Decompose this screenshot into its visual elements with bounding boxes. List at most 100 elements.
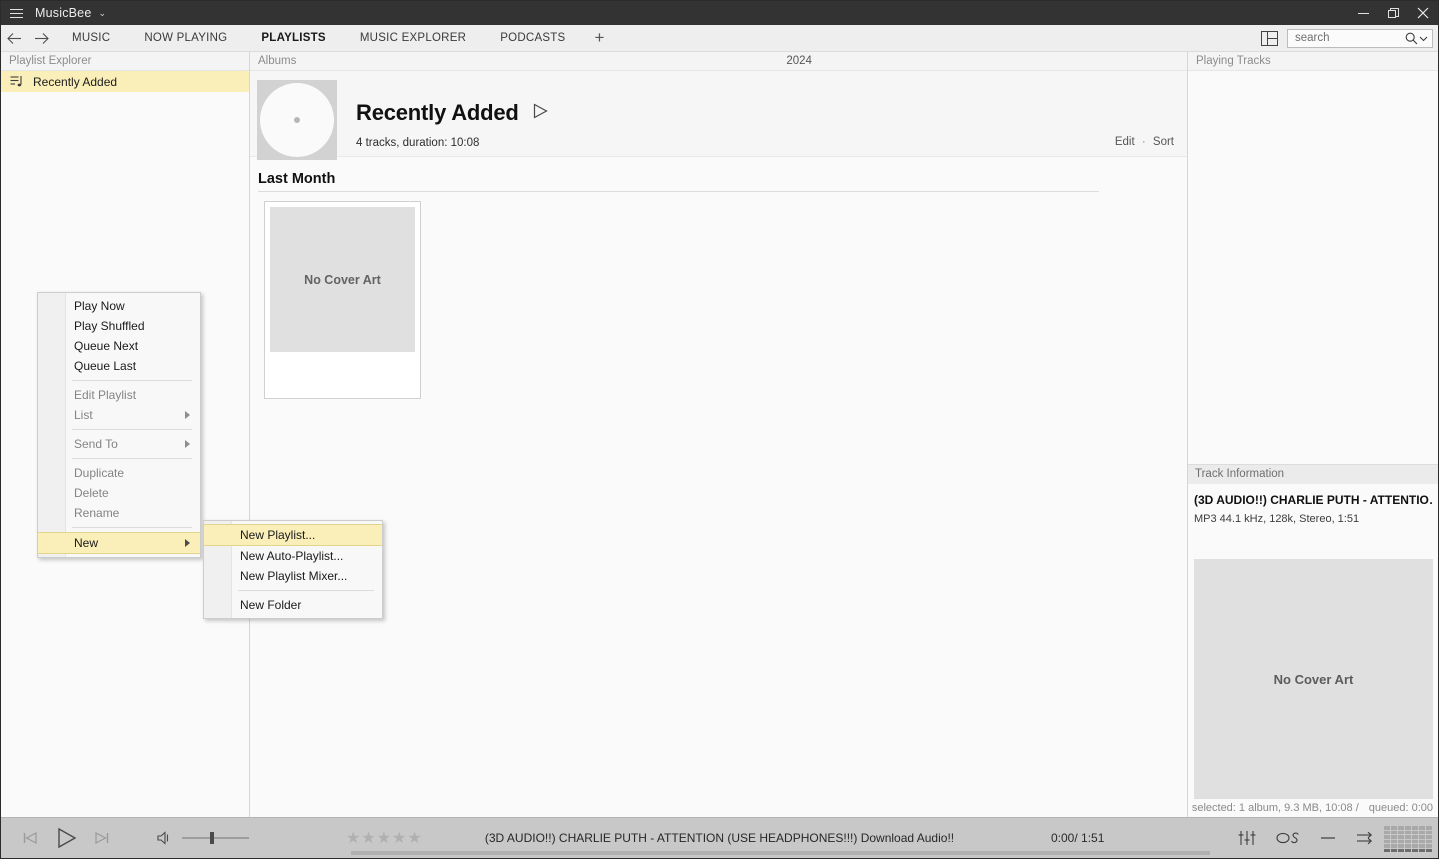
rating-stars[interactable]: ★ ★ ★ ★ ★ <box>346 828 422 848</box>
playlist-icon <box>10 75 25 88</box>
playlist-hero: Recently Added 4 tracks, duration: 10:08… <box>250 71 1187 160</box>
app-title: MusicBee <box>35 6 92 20</box>
sidebar-item-recently-added[interactable]: Recently Added <box>1 71 249 92</box>
star-icon: ★ <box>376 830 392 847</box>
tab-now-playing[interactable]: NOW PLAYING <box>127 25 244 52</box>
tab-podcasts[interactable]: PODCASTS <box>483 25 582 52</box>
playlist-hero-text: Recently Added 4 tracks, duration: 10:08 <box>337 80 549 149</box>
menu-item-list-label: List <box>74 408 93 422</box>
album-cover-placeholder: No Cover Art <box>270 207 415 352</box>
close-icon[interactable] <box>1408 1 1438 25</box>
playlist-subtitle: 4 tracks, duration: 10:08 <box>356 137 480 149</box>
volume-slider[interactable] <box>182 832 249 844</box>
menu-item-new[interactable]: New <box>38 532 200 554</box>
track-information-header: Track Information <box>1188 465 1438 484</box>
menu-item-new-folder[interactable]: New Folder <box>204 595 382 615</box>
track-meta: MP3 44.1 kHz, 128k, Stereo, 1:51 <box>1194 513 1360 525</box>
next-track-icon[interactable] <box>94 830 110 846</box>
musicbee-window: MusicBee ⌄ MUSIC NOW PLAYING PLAYLISTS M… <box>0 0 1439 859</box>
album-group-title: Last Month <box>258 171 336 187</box>
menu-item-queue-next[interactable]: Queue Next <box>38 336 200 356</box>
menu-item-edit-playlist[interactable]: Edit Playlist <box>38 385 200 405</box>
tab-music[interactable]: MUSIC <box>55 25 127 52</box>
playlist-explorer-header: Playlist Explorer <box>1 52 249 71</box>
albums-header-year: 2024 <box>786 55 812 67</box>
playing-tracks-list[interactable] <box>1188 71 1438 465</box>
menu-separator <box>72 380 192 381</box>
play-triangle-icon[interactable] <box>531 102 549 125</box>
menu-separator <box>72 429 192 430</box>
menu-item-play-now[interactable]: Play Now <box>38 296 200 316</box>
search-box-icons <box>1405 32 1428 45</box>
menu-item-duplicate[interactable]: Duplicate <box>38 463 200 483</box>
menu-separator <box>238 590 374 591</box>
search-box[interactable] <box>1287 28 1433 48</box>
menu-item-play-shuffled[interactable]: Play Shuffled <box>38 316 200 336</box>
playlist-context-menu: Play Now Play Shuffled Queue Next Queue … <box>37 292 201 558</box>
menu-item-delete[interactable]: Delete <box>38 483 200 503</box>
submenu-arrow-icon <box>185 539 190 547</box>
disc-icon <box>260 83 334 157</box>
right-panel: Playing Tracks Track Information (3D AUD… <box>1187 52 1438 817</box>
tab-playlists[interactable]: PLAYLISTS <box>244 25 342 52</box>
previous-track-icon[interactable] <box>22 830 38 846</box>
window-controls <box>1348 1 1438 25</box>
repeat-off-icon[interactable] <box>1320 832 1336 844</box>
transport-controls <box>1 826 110 850</box>
album-group-last-month: Last Month No Cover Art <box>258 170 1187 399</box>
playing-tracks-header: Playing Tracks <box>1188 52 1438 71</box>
edit-button[interactable]: Edit <box>1115 136 1135 148</box>
albums-panel: Albums 2024 Recently Added 4 tracks, dur… <box>250 52 1187 817</box>
playlist-title-row: Recently Added <box>356 100 549 126</box>
star-icon: ★ <box>361 830 376 847</box>
sidebar-item-label: Recently Added <box>33 74 118 89</box>
app-title-caret-icon[interactable]: ⌄ <box>98 8 106 19</box>
restore-icon[interactable] <box>1378 1 1408 25</box>
seek-progress-bar[interactable] <box>351 851 1210 855</box>
tab-bar: MUSIC NOW PLAYING PLAYLISTS MUSIC EXPLOR… <box>1 25 1438 52</box>
album-tile[interactable]: No Cover Art <box>264 201 421 399</box>
main-body: Playlist Explorer Recently Added Albums <box>1 52 1438 817</box>
menu-item-list[interactable]: List <box>38 405 200 425</box>
menu-item-new-playlist-mixer[interactable]: New Playlist Mixer... <box>204 566 382 586</box>
volume-slider-thumb[interactable] <box>210 832 214 844</box>
shuffle-icon[interactable] <box>1356 831 1374 845</box>
menu-item-new-auto-playlist[interactable]: New Auto-Playlist... <box>204 546 382 566</box>
lastfm-scrobble-icon[interactable] <box>1276 831 1300 845</box>
player-bar: ★ ★ ★ ★ ★ (3D AUDIO!!) CHARLIE PUTH - ATTENT… <box>1 817 1438 858</box>
menu-item-queue-last[interactable]: Queue Last <box>38 356 200 376</box>
volume-icon[interactable] <box>157 831 173 845</box>
albums-scroll-area[interactable]: Recently Added 4 tracks, duration: 10:08… <box>250 71 1187 817</box>
page-title: Recently Added <box>356 100 519 125</box>
visualizer-icon[interactable] <box>1384 826 1432 852</box>
star-icon: ★ <box>346 830 361 847</box>
status-selected: selected: 1 album, 9.3 MB, 10:08 / <box>1191 802 1359 814</box>
star-icon: ★ <box>407 830 422 847</box>
forward-arrow-icon[interactable] <box>28 25 55 52</box>
album-grid: No Cover Art <box>258 192 1187 399</box>
sort-button[interactable]: Sort <box>1153 136 1174 148</box>
tab-music-explorer[interactable]: MUSIC EXPLORER <box>343 25 483 52</box>
search-icon <box>1405 32 1418 44</box>
menu-item-send-to[interactable]: Send To <box>38 434 200 454</box>
player-option-icons <box>1238 830 1374 846</box>
menu-item-new-playlist[interactable]: New Playlist... <box>204 524 382 546</box>
add-tab-button[interactable]: + <box>582 25 616 52</box>
status-queued: queued: 0:00 <box>1368 802 1433 814</box>
time-display: 0:00/ 1:51 <box>1051 831 1105 845</box>
new-submenu: New Playlist... New Auto-Playlist... New… <box>203 520 383 619</box>
status-bar: selected: 1 album, 9.3 MB, 10:08 / queue… <box>1188 799 1438 817</box>
menu-item-new-label: New <box>74 536 99 550</box>
panel-layout-icon[interactable] <box>1255 25 1283 52</box>
tab-bar-right <box>1255 25 1438 52</box>
minimize-icon[interactable] <box>1348 1 1378 25</box>
action-separator: · <box>1141 136 1146 148</box>
albums-header-label: Albums <box>258 55 297 67</box>
main-menu-icon[interactable] <box>1 1 31 25</box>
equalizer-icon[interactable] <box>1238 830 1256 846</box>
play-icon[interactable] <box>54 826 78 850</box>
back-arrow-icon[interactable] <box>1 25 28 52</box>
search-input[interactable] <box>1295 32 1405 44</box>
track-information-body: (3D AUDIO!!) CHARLIE PUTH - ATTENTIO… MP… <box>1188 484 1438 799</box>
menu-item-rename[interactable]: Rename <box>38 503 200 523</box>
